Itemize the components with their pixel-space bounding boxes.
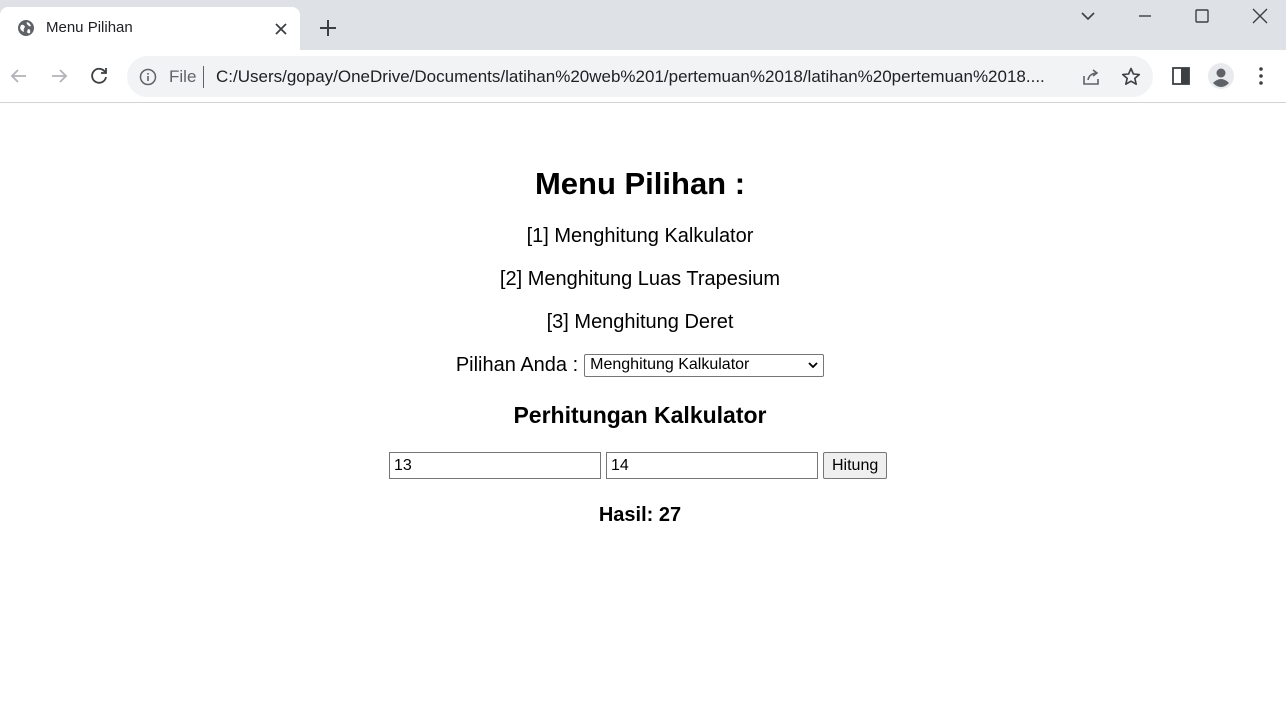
globe-icon	[18, 20, 34, 36]
close-icon[interactable]	[272, 20, 290, 38]
minimize-icon[interactable]	[1133, 5, 1157, 27]
menu-item-1: [1] Menghitung Kalkulator	[526, 225, 754, 247]
browser-tab[interactable]: Menu Pilihan	[0, 7, 300, 50]
scheme-divider	[203, 66, 204, 88]
hitung-button[interactable]: Hitung	[823, 452, 888, 479]
side-panel-icon[interactable]	[1169, 64, 1193, 88]
page-title: Menu Pilihan :	[534, 166, 746, 201]
tab-search-icon[interactable]	[1076, 5, 1100, 27]
menu-select-value: Menghitung Kalkulator	[590, 356, 750, 373]
first-number-input[interactable]	[389, 452, 601, 479]
menu-item-3: [3] Menghitung Deret	[546, 311, 734, 333]
new-tab-icon[interactable]	[318, 18, 338, 38]
page-content: Menu Pilihan : [1] Menghitung Kalkulator…	[0, 104, 1286, 726]
second-number-input[interactable]	[606, 452, 818, 479]
star-icon[interactable]	[1120, 66, 1142, 88]
address-bar[interactable]: File C:/Users/gopay/OneDrive/Documents/l…	[127, 56, 1153, 97]
menu-select[interactable]: Menghitung Kalkulator	[584, 354, 825, 377]
result-text: Hasil: 27	[598, 504, 682, 526]
chevron-down-icon	[808, 362, 818, 369]
choice-row: Pilihan Anda : Menghitung Kalkulator	[0, 354, 1280, 377]
maximize-icon[interactable]	[1190, 5, 1214, 27]
back-icon[interactable]	[7, 64, 31, 88]
section-title: Perhitungan Kalkulator	[513, 402, 767, 428]
profile-avatar-icon[interactable]	[1207, 62, 1235, 90]
tab-strip: Menu Pilihan	[0, 0, 1286, 50]
share-icon[interactable]	[1080, 66, 1102, 88]
scheme-label: File	[169, 67, 197, 86]
choice-label: Pilihan Anda :	[455, 354, 579, 376]
info-icon[interactable]	[139, 68, 157, 86]
calculator-row: Hitung	[389, 452, 888, 479]
tab-title: Menu Pilihan	[46, 19, 133, 36]
reload-icon[interactable]	[87, 64, 111, 88]
url-text[interactable]: C:/Users/gopay/OneDrive/Documents/latiha…	[216, 67, 1066, 87]
window-close-icon[interactable]	[1248, 5, 1272, 27]
more-menu-icon[interactable]	[1249, 64, 1273, 88]
forward-icon[interactable]	[47, 64, 71, 88]
browser-toolbar: File C:/Users/gopay/OneDrive/Documents/l…	[0, 50, 1286, 103]
menu-item-2: [2] Menghitung Luas Trapesium	[499, 268, 781, 290]
